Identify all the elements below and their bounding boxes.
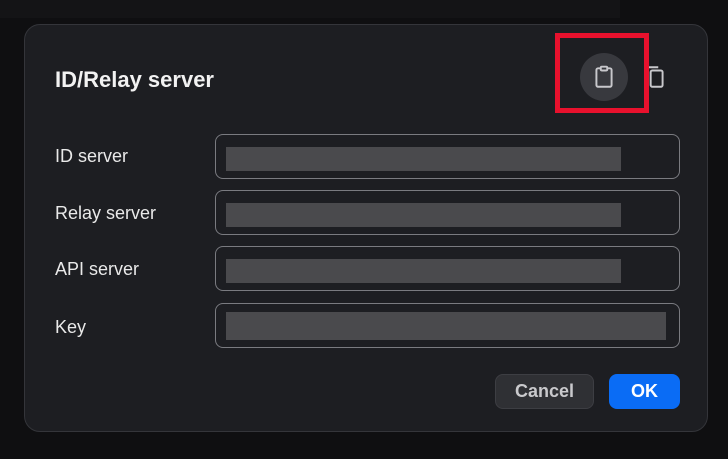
redacted-value bbox=[226, 259, 621, 283]
copy-config-button[interactable] bbox=[631, 53, 679, 101]
copy-icon bbox=[646, 66, 664, 88]
redacted-value bbox=[226, 147, 621, 171]
redacted-value bbox=[226, 312, 666, 340]
dialog-title: ID/Relay server bbox=[55, 67, 214, 92]
clipboard-paste-icon bbox=[595, 65, 613, 88]
key-label: Key bbox=[55, 317, 87, 337]
relay-server-label: Relay server bbox=[55, 203, 157, 223]
relay-server-field[interactable] bbox=[215, 190, 680, 235]
key-field[interactable] bbox=[215, 303, 680, 348]
paste-config-button[interactable] bbox=[580, 53, 628, 101]
cancel-button[interactable]: Cancel bbox=[495, 374, 594, 409]
redacted-value bbox=[226, 203, 621, 227]
ok-button[interactable]: OK bbox=[609, 374, 680, 409]
background-strip bbox=[0, 0, 620, 18]
id-server-field[interactable] bbox=[215, 134, 680, 179]
id-relay-server-dialog: ID/Relay server ID server Relay server A… bbox=[24, 24, 708, 432]
api-server-label: API server bbox=[55, 259, 140, 279]
api-server-field[interactable] bbox=[215, 246, 680, 291]
id-server-label: ID server bbox=[55, 146, 129, 166]
